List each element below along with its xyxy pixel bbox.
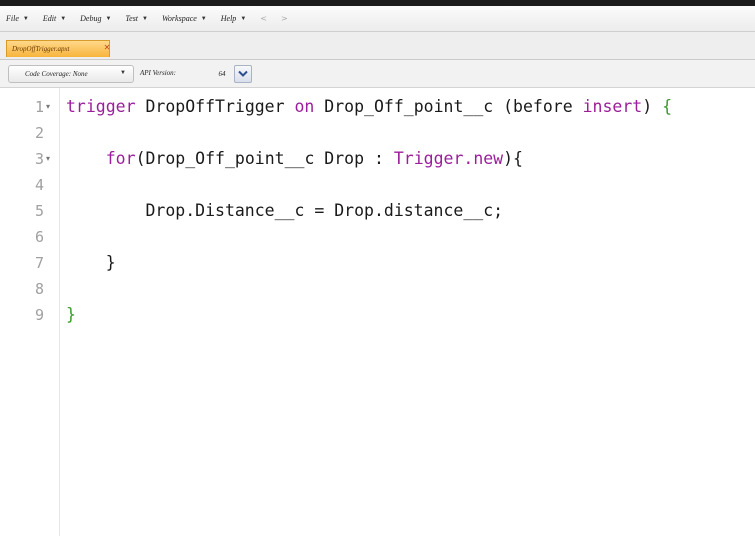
code-editor[interactable]: 1 ▾ 2 3 ▾ 4 5 6 7 8 9 trigger DropOffTri… xyxy=(0,88,755,536)
code-line-3: for(Drop_Off_point__c Drop : Trigger.new… xyxy=(66,148,523,170)
close-icon[interactable]: ✕ xyxy=(102,43,112,53)
open-brace: { xyxy=(662,97,673,116)
line-number: 1 xyxy=(34,98,44,116)
line-number: 4 xyxy=(34,176,44,194)
line-number: 8 xyxy=(34,280,44,298)
code-text: Drop.Distance__c = Drop.distance__c; xyxy=(66,201,504,220)
code-line-5: Drop.Distance__c = Drop.distance__c; xyxy=(66,200,503,222)
menu-help-label: Help xyxy=(220,14,237,23)
forward-arrow-icon[interactable]: > xyxy=(281,14,288,23)
caret-down-icon: ▼ xyxy=(240,15,247,22)
api-version-label: API Version: xyxy=(140,69,176,77)
menu-edit-label: Edit xyxy=(42,14,57,23)
code-text: ) xyxy=(642,97,663,116)
menu-workspace[interactable]: Workspace ▼ xyxy=(162,14,207,23)
code-text: Drop_Off_point__c (before xyxy=(314,97,583,116)
tab-dropofftrigger[interactable]: DropOffTrigger.apxt ✕ xyxy=(6,40,110,57)
line-number: 5 xyxy=(34,202,44,220)
caret-down-icon: ▼ xyxy=(105,15,112,22)
api-version-dropdown-button[interactable] xyxy=(234,65,252,83)
menu-file-label: File xyxy=(6,14,19,23)
caret-down-icon: ▼ xyxy=(60,15,67,22)
line-number: 7 xyxy=(34,254,44,272)
code-text: ){ xyxy=(503,149,523,168)
menu-bar: File ▼ Edit ▼ Debug ▼ Test ▼ Workspace ▼… xyxy=(0,6,755,32)
code-text: } xyxy=(66,253,116,272)
menu-help[interactable]: Help ▼ xyxy=(221,14,247,23)
menu-file[interactable]: File ▼ xyxy=(6,14,29,23)
line-number: 6 xyxy=(34,228,44,246)
code-line-1: trigger DropOffTrigger on Drop_Off_point… xyxy=(66,96,672,118)
line-number: 9 xyxy=(34,306,44,324)
caret-down-icon: ▼ xyxy=(200,15,207,22)
close-brace: } xyxy=(66,305,76,324)
menu-test-label: Test xyxy=(125,14,139,23)
api-version-value[interactable]: 64 xyxy=(212,65,232,83)
code-line-7: } xyxy=(66,252,116,274)
tab-bar: DropOffTrigger.apxt ✕ xyxy=(0,32,755,60)
menu-edit[interactable]: Edit ▼ xyxy=(43,14,66,23)
fold-arrow-icon[interactable]: ▾ xyxy=(46,148,56,170)
caret-down-icon: ▼ xyxy=(142,15,148,22)
keyword: Trigger.new xyxy=(393,149,504,168)
caret-down-icon: ▼ xyxy=(22,15,29,22)
line-number: 2 xyxy=(34,124,44,142)
code-line-9: } xyxy=(66,304,76,326)
back-arrow-icon[interactable]: < xyxy=(260,14,267,23)
code-text: (Drop_Off_point__c Drop : xyxy=(135,149,394,168)
fold-arrow-icon[interactable]: ▾ xyxy=(46,96,56,118)
code-coverage-label: Code Coverage: None xyxy=(25,70,88,78)
line-number: 3 xyxy=(34,150,44,168)
menu-debug[interactable]: Debug ▼ xyxy=(80,14,111,23)
keyword: trigger xyxy=(66,97,136,116)
chevron-down-icon xyxy=(238,70,248,77)
keyword: on xyxy=(294,97,315,116)
keyword: for xyxy=(105,149,136,168)
menu-test[interactable]: Test ▼ xyxy=(125,14,148,23)
menu-workspace-label: Workspace xyxy=(161,14,197,23)
caret-down-icon: ▼ xyxy=(120,70,126,76)
keyword: insert xyxy=(582,97,643,116)
code-text: DropOffTrigger xyxy=(135,97,295,116)
tab-label: DropOffTrigger.apxt xyxy=(12,45,70,53)
line-number-gutter: 1 ▾ 2 3 ▾ 4 5 6 7 8 9 xyxy=(0,88,60,536)
menu-debug-label: Debug xyxy=(80,14,102,23)
editor-toolbar: Code Coverage: None ▼ API Version: 64 xyxy=(0,60,755,88)
code-coverage-select[interactable]: Code Coverage: None ▼ xyxy=(8,65,134,83)
